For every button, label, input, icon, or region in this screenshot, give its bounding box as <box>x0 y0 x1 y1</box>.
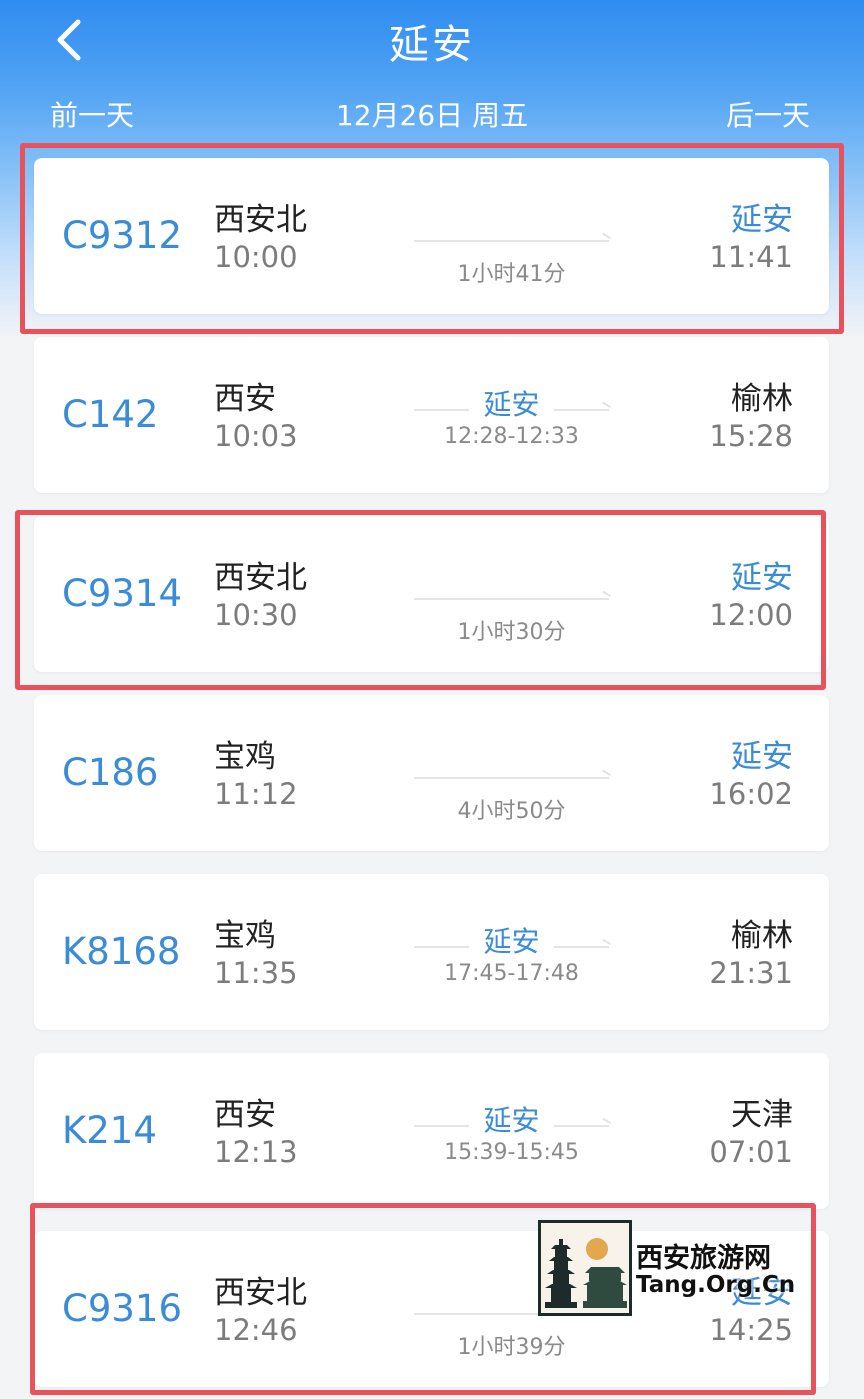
departure-station: 西安 <box>214 381 276 417</box>
train-card-c142[interactable]: C142 西安 10:03 延安 12:28-12:33 榆林 15:28 <box>34 337 829 493</box>
watermark-url: Tang.Org.Cn <box>636 1272 796 1298</box>
route-arrow <box>414 777 609 779</box>
arrival-time: 15:28 <box>709 419 793 453</box>
train-card-k214[interactable]: K214 西安 12:13 延安 15:39-15:45 天津 07:01 <box>34 1053 829 1209</box>
arrival-time: 21:31 <box>709 956 793 990</box>
route-arrow <box>414 240 609 242</box>
watermark-title: 西安旅游网 <box>636 1243 771 1274</box>
train-code: C9314 <box>62 572 182 615</box>
train-card-c9314[interactable]: C9314 西安北 10:30 1小时30分 延安 12:00 <box>34 516 829 672</box>
arrival-station: 延安 <box>731 739 793 775</box>
via-station: 延安 <box>483 1104 540 1137</box>
via-station: 延安 <box>483 388 540 421</box>
departure-time: 11:12 <box>214 777 298 811</box>
arrival-time: 12:00 <box>709 598 793 632</box>
departure-time: 12:46 <box>214 1313 298 1347</box>
route-arrow <box>414 598 609 600</box>
via-stop-times: 17:45-17:48 <box>444 961 579 986</box>
via-stop-times: 12:28-12:33 <box>444 424 579 449</box>
train-code: C9316 <box>62 1287 182 1330</box>
train-code: C142 <box>62 393 159 436</box>
departure-station: 宝鸡 <box>214 739 276 775</box>
arrival-station: 榆林 <box>731 381 793 417</box>
train-code: K8168 <box>62 930 181 973</box>
trip-duration: 4小时50分 <box>457 799 566 824</box>
via-station: 延安 <box>483 925 540 958</box>
departure-time: 10:30 <box>214 598 298 632</box>
departure-station: 西安北 <box>214 202 307 238</box>
departure-station: 西安 <box>214 1097 276 1133</box>
next-day-button[interactable]: 后一天 <box>726 94 810 134</box>
train-code: C186 <box>62 751 159 794</box>
arrival-station: 天津 <box>731 1097 793 1133</box>
arrival-time: 16:02 <box>709 777 793 811</box>
arrival-time: 14:25 <box>709 1313 793 1347</box>
arrival-station: 延安 <box>731 560 793 596</box>
departure-station: 宝鸡 <box>214 918 276 954</box>
departure-time: 11:35 <box>214 956 298 990</box>
departure-time: 12:13 <box>214 1135 298 1169</box>
train-code: C9312 <box>62 214 182 257</box>
arrival-time: 07:01 <box>709 1135 793 1169</box>
departure-time: 10:03 <box>214 419 298 453</box>
arrival-time: 11:41 <box>709 240 793 274</box>
train-card-k8168[interactable]: K8168 宝鸡 11:35 延安 17:45-17:48 榆林 21:31 <box>34 874 829 1030</box>
pagoda-logo-icon <box>538 1220 632 1316</box>
page-title: 延安 <box>389 22 475 68</box>
arrival-station: 榆林 <box>731 918 793 954</box>
trip-duration: 1小时41分 <box>457 262 566 287</box>
train-card-c186[interactable]: C186 宝鸡 11:12 4小时50分 延安 16:02 <box>34 695 829 851</box>
train-card-c9312[interactable]: C9312 西安北 10:00 1小时41分 延安 11:41 <box>34 158 829 314</box>
via-stop-times: 15:39-15:45 <box>444 1140 579 1165</box>
train-code: K214 <box>62 1109 157 1152</box>
departure-station: 西安北 <box>214 560 307 596</box>
departure-time: 10:00 <box>214 240 298 274</box>
departure-station: 西安北 <box>214 1275 307 1311</box>
trip-duration: 1小时30分 <box>457 620 566 645</box>
arrival-station: 延安 <box>731 202 793 238</box>
watermark: 西安旅游网 Tang.Org.Cn <box>538 1220 795 1316</box>
trip-duration: 1小时39分 <box>457 1335 566 1360</box>
